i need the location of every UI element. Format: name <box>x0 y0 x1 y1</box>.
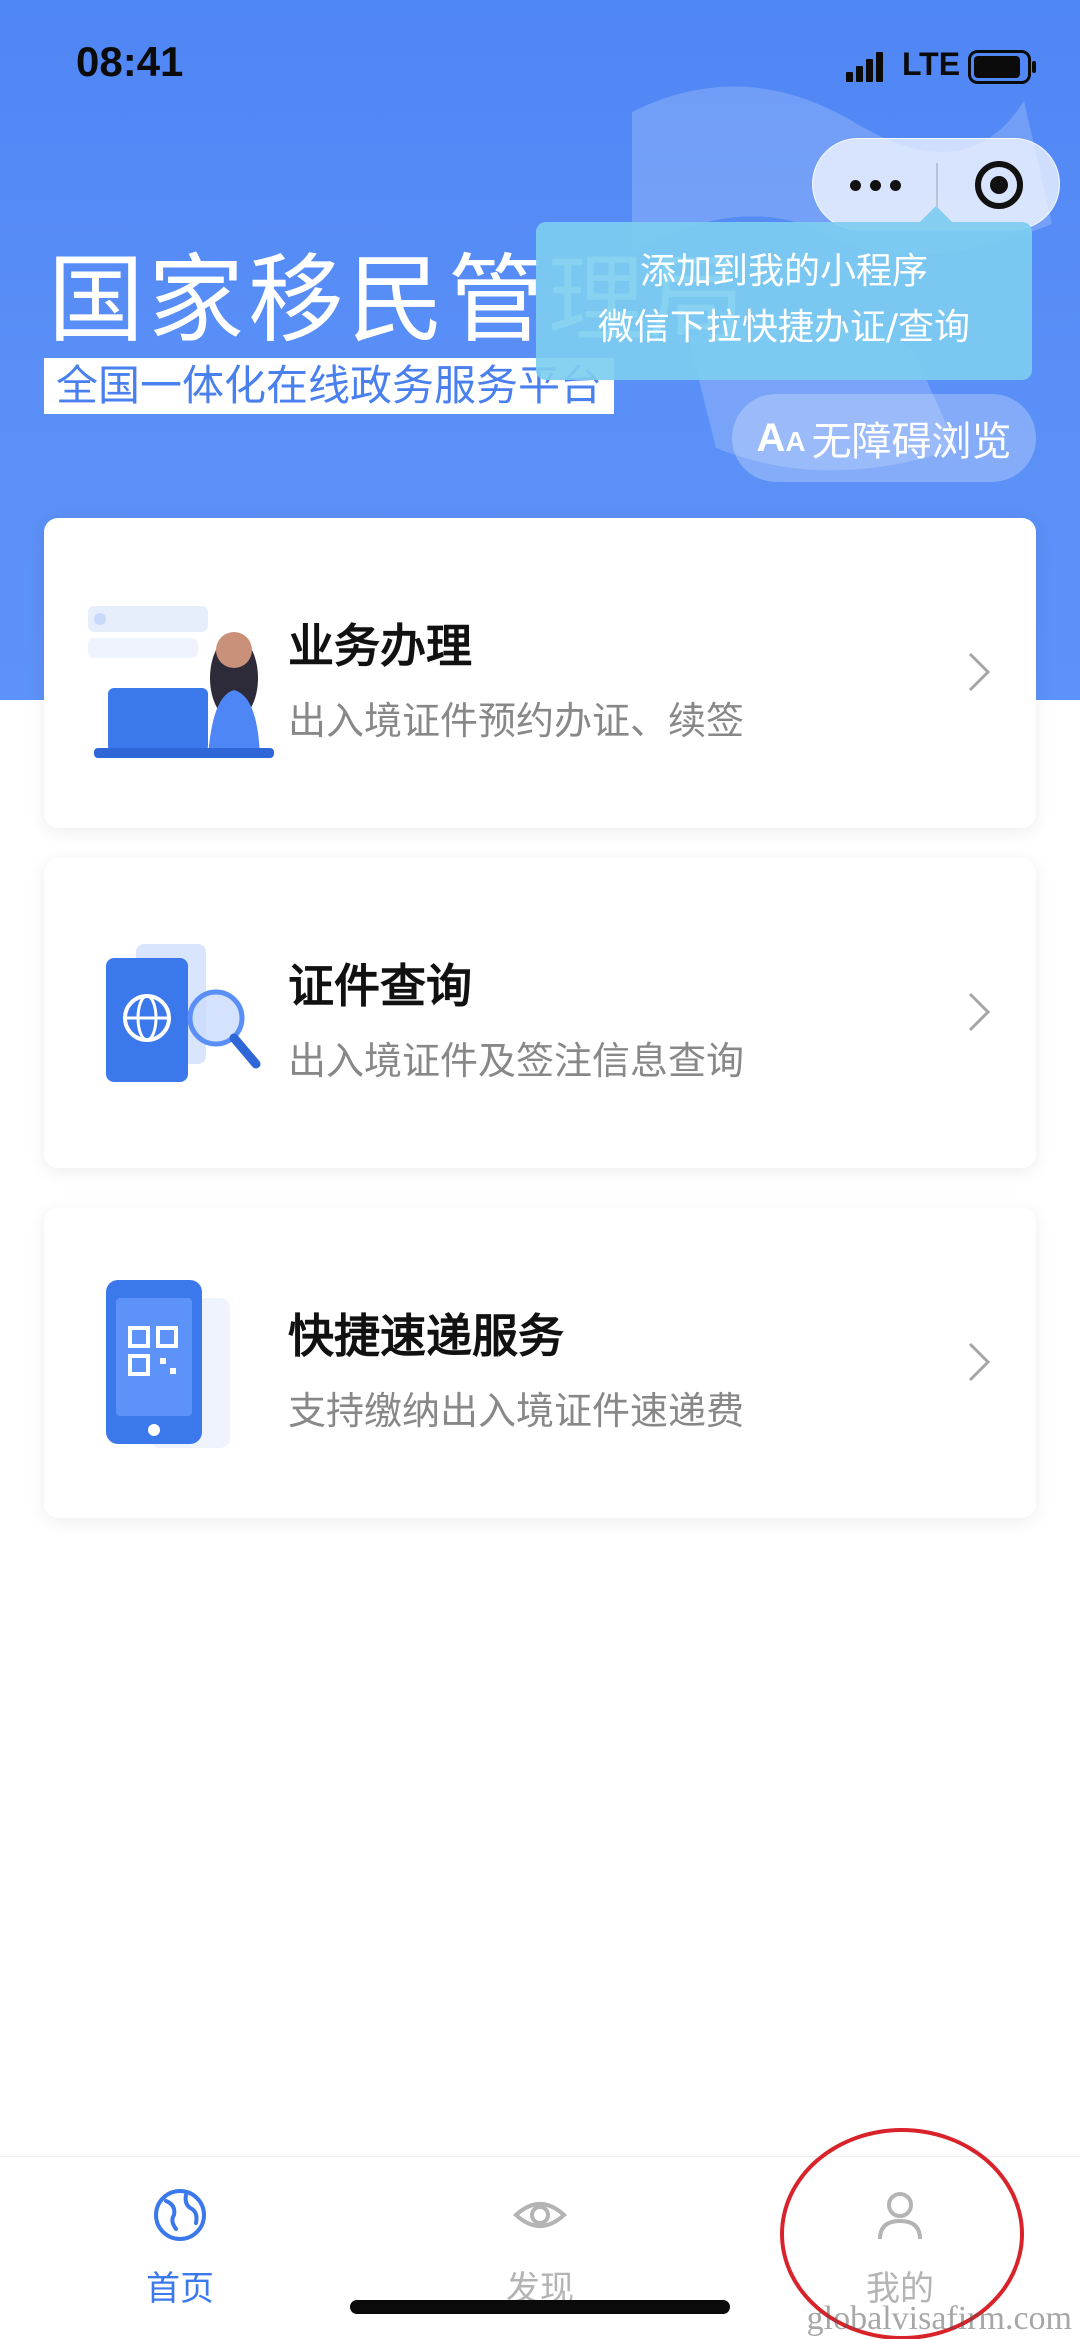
card-business-handling[interactable]: 业务办理 出入境证件预约办证、续签 <box>44 518 1036 828</box>
chevron-right-icon <box>968 1342 991 1382</box>
status-time: 08:41 <box>76 38 184 85</box>
signal-icon <box>846 52 883 82</box>
tooltip-line-1: 添加到我的小程序 <box>639 251 928 292</box>
passport-search-illustration <box>106 944 261 1082</box>
card-document-query[interactable]: 证件查询 出入境证件及签注信息查询 <box>44 858 1036 1168</box>
card-description: 出入境证件预约办证、续签 <box>288 699 745 743</box>
tooltip-arrow <box>920 206 952 222</box>
tab-home[interactable]: 首页 <box>0 2157 360 2339</box>
accessibility-button[interactable]: AA 无障碍浏览 <box>732 394 1036 482</box>
add-miniprogram-tooltip: 添加到我的小程序 微信下拉快捷办证/查询 <box>536 222 1032 380</box>
home-indicator <box>350 2300 730 2314</box>
card-title: 业务办理 <box>288 619 472 673</box>
more-options-button[interactable] <box>813 139 937 231</box>
eye-icon <box>513 2202 567 2228</box>
card-title: 快捷速递服务 <box>288 1309 564 1363</box>
card-title: 证件查询 <box>288 959 472 1013</box>
phone-qr-illustration <box>106 1280 230 1448</box>
close-miniprogram-button[interactable] <box>937 139 1061 231</box>
page-subtitle: 全国一体化在线政务服务平台 <box>44 358 615 414</box>
tab-label: 首页 <box>146 2269 214 2309</box>
watermark: globalvisafirm.com <box>806 2300 1072 2337</box>
card-description: 支持缴纳出入境证件速递费 <box>288 1389 745 1433</box>
person-laptop-illustration <box>88 606 274 758</box>
tooltip-line-2: 微信下拉快捷办证/查询 <box>597 307 971 348</box>
more-dots-icon <box>849 179 861 191</box>
card-express-delivery[interactable]: 快捷速递服务 支持缴纳出入境证件速递费 <box>44 1208 1036 1518</box>
chevron-right-icon <box>968 992 991 1032</box>
network-type: LTE <box>902 46 961 82</box>
accessibility-label: 无障碍浏览 <box>811 419 1012 465</box>
status-bar: 08:41 LTE <box>0 0 1080 130</box>
globe-icon <box>154 2189 206 2241</box>
card-description: 出入境证件及签注信息查询 <box>288 1039 745 1083</box>
chevron-right-icon <box>968 652 991 692</box>
font-size-icon: AA <box>756 415 806 460</box>
target-icon <box>975 161 1023 209</box>
battery-icon <box>968 50 1036 84</box>
